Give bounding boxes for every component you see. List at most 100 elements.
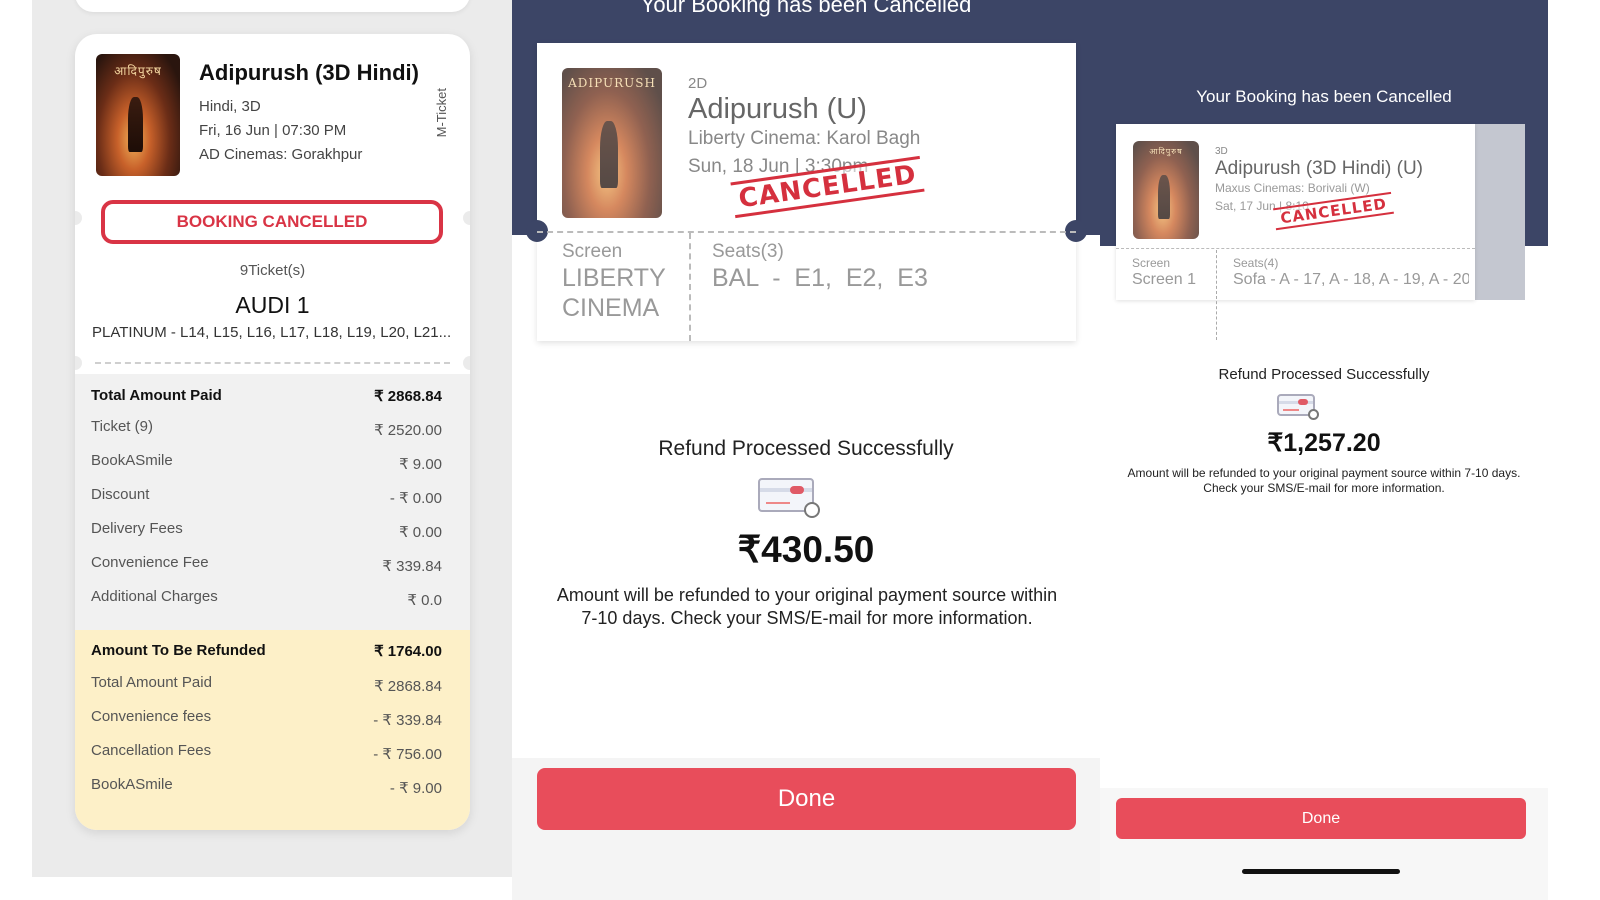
poster-figure (600, 120, 618, 188)
poster-title: ADIPURUSH (568, 76, 656, 90)
seat-list: PLATINUM - L14, L15, L16, L17, L18, L19,… (92, 324, 452, 341)
movie-cinema: Liberty Cinema: Karol Bagh (688, 128, 921, 149)
movie-format: 3D (1215, 146, 1228, 157)
seats-value: Sofa - A - 17, A - 18, A - 19, A - 20 (1233, 271, 1469, 288)
total-paid-row: Total Amount Paid ₹ 2868.84 (91, 387, 442, 405)
charge-row: Ticket (9) ₹ 2520.00 (91, 418, 442, 439)
ticket-divider (1116, 248, 1475, 249)
booking-summary-panel: आदिपुरुष Adipurush (3D Hindi) Hindi, 3D … (32, 0, 512, 877)
row-label: Ticket (9) (91, 418, 153, 435)
row-value: - ₹ 339.84 (373, 712, 442, 729)
row-label: Convenience fees (91, 708, 212, 725)
movie-poster: आदिपुरुष (1133, 141, 1199, 239)
seats-label: Seats(4) (1233, 256, 1279, 270)
ticket-notch-left (75, 356, 82, 370)
row-label: Additional Charges (91, 588, 218, 605)
row-label: Amount To Be Refunded (91, 642, 266, 659)
refund-row: Cancellation Fees - ₹ 756.00 (91, 742, 442, 763)
column-divider (1216, 250, 1217, 340)
movie-language-format: Hindi, 3D (199, 98, 261, 115)
refresh-icon (1308, 409, 1319, 420)
movie-title: Adipurush (U) (688, 93, 867, 125)
row-label: Cancellation Fees (91, 742, 212, 759)
row-value: ₹ 9.00 (399, 456, 442, 473)
row-label: BookASmile (91, 776, 173, 793)
ticket-count: 9Ticket(s) (239, 262, 306, 279)
movie-format: 2D (688, 75, 708, 92)
screen-name: AUDI 1 (235, 292, 310, 318)
movie-title: Adipurush (3D Hindi) (U) (1215, 158, 1424, 179)
seats-value: BAL - E1, E2, E3 (712, 264, 928, 292)
refund-title: Refund Processed Successfully (658, 437, 954, 460)
refund-amount: ₹1,257.20 (1267, 429, 1381, 457)
footer-bar: Done (1100, 788, 1548, 900)
cancellation-screen-1: Your Booking has been Cancelled ADIPURUS… (512, 0, 1100, 900)
refund-summary: Amount To Be Refunded ₹ 1764.00 Total Am… (75, 630, 470, 830)
movie-cinema: Maxus Cinemas: Borivali (W) (1215, 181, 1370, 195)
screen-label: Screen (1132, 256, 1171, 270)
done-button[interactable]: Done (1116, 798, 1526, 839)
ticket-notch-right (463, 211, 470, 225)
row-value: ₹ 1764.00 (374, 643, 442, 660)
header-title: Your Booking has been Cancelled (1196, 87, 1452, 106)
header-title: Your Booking has been Cancelled (640, 0, 972, 17)
charge-row: Delivery Fees ₹ 0.00 (91, 520, 442, 541)
row-value: - ₹ 9.00 (389, 780, 442, 797)
ticket-notch-right (463, 356, 470, 370)
refresh-icon (804, 502, 820, 518)
movie-showtime: Fri, 16 Jun | 07:30 PM (199, 122, 347, 139)
card-line (1283, 409, 1299, 411)
poster-title: आदिपुरुष (1149, 147, 1183, 156)
refund-row: Total Amount Paid ₹ 2868.84 (91, 674, 442, 695)
screen-value: Screen 1 (1132, 271, 1197, 288)
row-value: ₹ 2868.84 (374, 678, 442, 695)
cancelled-ticket-card: आदिपुरुष 3D Adipurush (3D Hindi) (U) Max… (1116, 124, 1475, 340)
ticket-type-label: M-Ticket (434, 88, 449, 138)
card-line (766, 502, 790, 504)
status-badge: BOOKING CANCELLED (101, 200, 443, 244)
movie-cinema: AD Cinemas: Gorakhpur (199, 146, 363, 163)
seats-label: Seats(3) (712, 241, 784, 262)
next-ticket-card[interactable] (1475, 124, 1525, 300)
screen-value-cont: CINEMA (562, 294, 660, 322)
movie-title: Adipurush (3D Hindi) (199, 60, 419, 85)
screen-value: LIBERTY (562, 264, 666, 292)
charge-row: Discount - ₹ 0.00 (91, 486, 442, 507)
movie-poster: आदिपुरुष (96, 54, 180, 176)
refund-row: Convenience fees - ₹ 339.84 (91, 708, 442, 729)
done-button[interactable]: Done (537, 768, 1076, 830)
ticket-notch-left (75, 211, 82, 225)
home-indicator[interactable] (1242, 869, 1400, 874)
row-value: ₹ 2868.84 (374, 388, 442, 405)
poster-figure (1158, 175, 1170, 220)
charge-row: Additional Charges ₹ 0.0 (91, 588, 442, 609)
refund-title: Refund Processed Successfully (1218, 366, 1430, 383)
row-value: - ₹ 756.00 (373, 746, 442, 763)
refund-note: Amount will be refunded to your original… (1127, 466, 1521, 495)
card-stripe (760, 488, 812, 492)
refund-total-row: Amount To Be Refunded ₹ 1764.00 (91, 642, 442, 660)
cancellation-screen-2: Your Booking has been Cancelled आदिपुरुष… (1100, 0, 1548, 900)
row-value: ₹ 0.0 (407, 592, 442, 609)
cancelled-stamp: CANCELLED (1273, 191, 1395, 231)
footer-bar: Done (512, 758, 1100, 900)
row-label: Discount (91, 486, 150, 503)
refund-note: Amount will be refunded to your original… (556, 585, 1058, 628)
payment-summary: Total Amount Paid ₹ 2868.84 Ticket (9) ₹… (75, 374, 470, 630)
column-divider (689, 233, 691, 341)
ticket-card[interactable]: आदिपुरुष Adipurush (3D Hindi) Hindi, 3D … (75, 34, 470, 830)
charge-row: Convenience Fee ₹ 339.84 (91, 554, 442, 575)
card-chip (790, 486, 804, 494)
row-label: Total Amount Paid (91, 674, 212, 691)
refund-card-icon (758, 478, 820, 518)
screen-label: Screen (562, 241, 623, 262)
refund-card-icon (1277, 394, 1319, 420)
poster-title: आदिपुरुष (114, 64, 162, 78)
refund-amount: ₹430.50 (737, 529, 875, 570)
movie-poster: ADIPURUSH (562, 68, 662, 218)
row-label: Convenience Fee (91, 554, 209, 571)
row-value: ₹ 2520.00 (374, 422, 442, 439)
charge-row: BookASmile ₹ 9.00 (91, 452, 442, 473)
row-value: - ₹ 0.00 (389, 490, 442, 507)
ticket-divider (95, 362, 450, 364)
